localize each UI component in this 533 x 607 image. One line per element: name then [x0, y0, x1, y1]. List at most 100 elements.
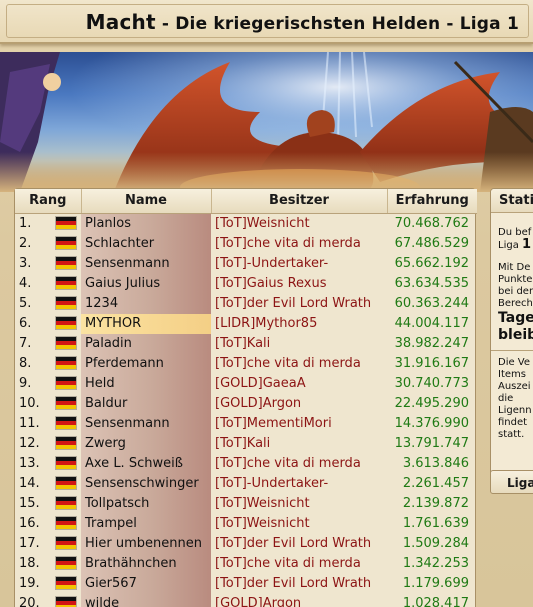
owner-link[interactable]: [ToT]Kali — [211, 334, 387, 354]
table-row: 14. Sensenschwinger [ToT]-Undertaker- 2.261… — [15, 473, 477, 494]
hero-name-link[interactable]: Schlachter — [81, 233, 211, 254]
status-text-line: statt. — [498, 429, 525, 440]
title-bar: Macht - Die kriegerischsten Helden - Lig… — [0, 0, 533, 44]
flag-cell — [51, 374, 81, 394]
rank-cell: 19. — [19, 575, 40, 591]
owner-link[interactable]: [ToT]che vita di merda — [211, 454, 387, 474]
owner-link[interactable]: [ToT]-Undertaker- — [211, 254, 387, 274]
hero-name-link[interactable]: MYTHOR — [81, 313, 211, 334]
league-tab[interactable]: Liga — [490, 470, 533, 494]
column-header-rank[interactable]: Rang — [15, 189, 82, 214]
experience-value: 63.634.535 — [394, 275, 469, 291]
owner-link[interactable]: [ToT]Weisnicht — [211, 494, 387, 514]
table-row: 20. wilde [GOLD]Argon 1.028.417 — [15, 593, 477, 607]
hero-name-link[interactable]: Trampel — [81, 513, 211, 534]
owner-link[interactable]: [GOLD]Argon — [211, 594, 387, 607]
flag-cell — [51, 234, 81, 254]
column-header-name[interactable]: Name — [81, 189, 212, 214]
owner-link[interactable]: [ToT]che vita di merda — [211, 354, 387, 374]
table-row: 8. Pferdemann [ToT]che vita di merda 31.916… — [15, 353, 477, 374]
rank-cell: 13. — [19, 455, 40, 471]
hero-name-link[interactable]: Axe L. Schweiß — [81, 453, 211, 474]
german-flag-icon — [56, 277, 76, 289]
owner-link[interactable]: [ToT]MementiMori — [211, 414, 387, 434]
title-sub: Die kriegerischsten Helden - Liga 1 — [175, 14, 519, 34]
hero-name-link[interactable]: Gier567 — [81, 573, 211, 594]
flag-cell — [51, 354, 81, 374]
german-flag-icon — [56, 477, 76, 489]
flag-cell — [51, 574, 81, 594]
status-panel-body: Du bef Liga 1 Mit De Punkte bei der Bere… — [491, 213, 533, 441]
owner-link[interactable]: [ToT]der Evil Lord Wrath — [211, 534, 387, 554]
column-header-experience[interactable]: Erfahrung — [387, 189, 477, 214]
hero-name-link[interactable]: Brathähnchen — [81, 553, 211, 574]
owner-link[interactable]: [ToT]Gaius Rexus — [211, 274, 387, 294]
owner-link[interactable]: [ToT]-Undertaker- — [211, 474, 387, 494]
column-header-owner[interactable]: Besitzer — [211, 189, 388, 214]
owner-link[interactable]: [ToT]Weisnicht — [211, 213, 387, 234]
experience-value: 30.740.773 — [394, 375, 469, 391]
table-row: 2. Schlachter [ToT]che vita di merda 67.486… — [15, 233, 477, 254]
rank-cell: 9. — [19, 375, 32, 391]
german-flag-icon — [56, 497, 76, 509]
owner-link[interactable]: [ToT]Weisnicht — [211, 514, 387, 534]
owner-link[interactable]: [ToT]che vita di merda — [211, 234, 387, 254]
ranking-panel: Rang Name Besitzer Erfahrung 1. Planlos [T… — [14, 188, 477, 607]
hero-name-link[interactable]: Sensenmann — [81, 413, 211, 434]
hero-name-link[interactable]: Planlos — [81, 213, 211, 234]
flag-cell — [51, 254, 81, 274]
rank-cell: 16. — [19, 515, 40, 531]
hero-name-link[interactable]: Tollpatsch — [81, 493, 211, 514]
flag-cell — [51, 334, 81, 354]
hero-name-link[interactable]: Hier umbenennen — [81, 533, 211, 554]
experience-value: 2.139.872 — [402, 495, 469, 511]
rank-cell: 11. — [19, 415, 40, 431]
hero-name-link[interactable]: 1234 — [81, 293, 211, 314]
rank-cell: 5. — [19, 295, 32, 311]
german-flag-icon — [56, 337, 76, 349]
owner-link[interactable]: [GOLD]GaeaA — [211, 374, 387, 394]
hero-name-link[interactable]: Zwerg — [81, 433, 211, 454]
experience-value: 22.495.290 — [394, 395, 469, 411]
status-text-line: Die Ve — [498, 357, 531, 368]
flag-cell — [51, 274, 81, 294]
hero-name-link[interactable]: Sensenschwinger — [81, 473, 211, 494]
status-text-line: Mit De — [498, 262, 531, 273]
experience-value: 67.486.529 — [394, 235, 469, 251]
flag-cell — [51, 394, 81, 414]
divider — [491, 350, 533, 351]
owner-link[interactable]: [ToT]Kali — [211, 434, 387, 454]
german-flag-icon — [56, 517, 76, 529]
flag-cell — [51, 434, 81, 454]
experience-value: 44.004.117 — [394, 315, 469, 331]
status-text-line: Auszei — [498, 381, 531, 392]
hero-name-link[interactable]: Sensenmann — [81, 253, 211, 274]
owner-link[interactable]: [ToT]der Evil Lord Wrath — [211, 574, 387, 594]
table-row: 11. Sensenmann [ToT]MementiMori 14.376.990 — [15, 413, 477, 434]
owner-link[interactable]: [LIDR]Mythor85 — [211, 314, 387, 334]
status-text-line: findet — [498, 417, 528, 428]
hero-name-link[interactable]: Paladin — [81, 333, 211, 354]
hero-name-link[interactable]: Baldur — [81, 393, 211, 414]
table-row: 1. Planlos [ToT]Weisnicht 70.468.762 — [15, 213, 477, 234]
owner-link[interactable]: [GOLD]Argon — [211, 394, 387, 414]
table-row: 15. Tollpatsch [ToT]Weisnicht 2.139.872 — [15, 493, 477, 514]
owner-link[interactable]: [ToT]der Evil Lord Wrath — [211, 294, 387, 314]
german-flag-icon — [56, 557, 76, 569]
flag-cell — [51, 474, 81, 494]
hero-name-link[interactable]: wilde — [81, 593, 211, 607]
title-separator: - — [161, 14, 170, 34]
rank-cell: 2. — [19, 235, 32, 251]
rank-cell: 20. — [19, 595, 40, 607]
owner-link[interactable]: [ToT]che vita di merda — [211, 554, 387, 574]
experience-value: 70.468.762 — [394, 215, 469, 231]
flag-cell — [51, 454, 81, 474]
experience-value: 31.916.167 — [394, 355, 469, 371]
flag-cell — [51, 494, 81, 514]
german-flag-icon — [56, 377, 76, 389]
hero-name-link[interactable]: Gaius Julius — [81, 273, 211, 294]
table-row: 7. Paladin [ToT]Kali 38.982.247 — [15, 333, 477, 354]
hero-name-link[interactable]: Pferdemann — [81, 353, 211, 374]
hero-name-link[interactable]: Held — [81, 373, 211, 394]
ranking-table: Rang Name Besitzer Erfahrung 1. Planlos [T… — [15, 189, 477, 607]
